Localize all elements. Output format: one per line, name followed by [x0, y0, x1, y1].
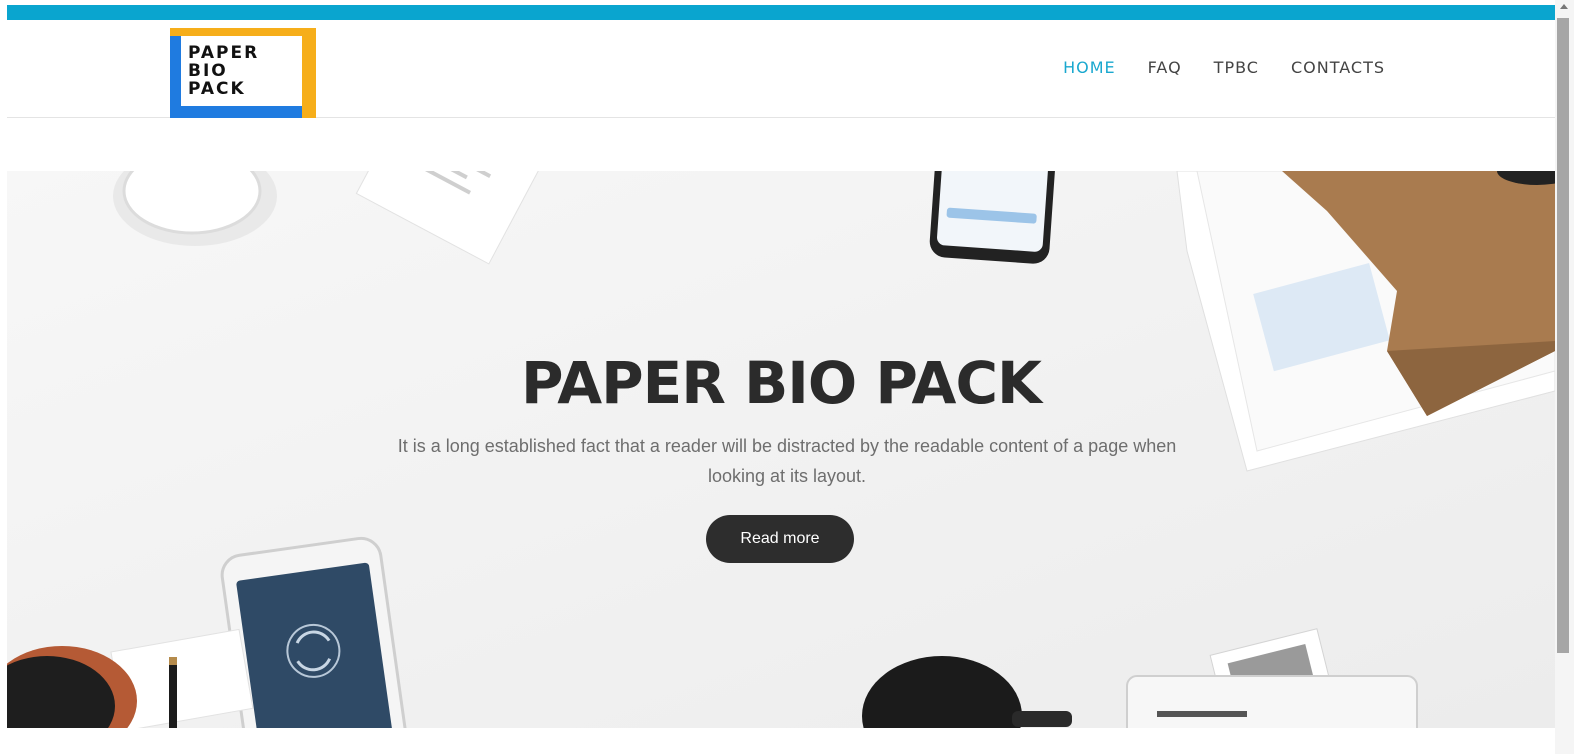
- logo-line-1: PAPER: [188, 43, 260, 63]
- main-nav: HOME FAQ TPBC CONTACTS: [1063, 58, 1385, 77]
- phone-top-decor: [929, 171, 1057, 264]
- site-header: PAPER BIO PACK HOME FAQ TPBC CONTACTS: [7, 20, 1555, 118]
- logo-line-3: PACK: [188, 79, 246, 99]
- hero-title: PAPER BIO PACK: [521, 349, 1042, 417]
- nav-faq[interactable]: FAQ: [1148, 58, 1182, 77]
- hero-banner: PAPER BIO PACK It is a long established …: [7, 171, 1555, 728]
- logo-line-2: BIO: [188, 61, 228, 81]
- nav-tpbc[interactable]: TPBC: [1214, 58, 1259, 77]
- nav-home[interactable]: HOME: [1063, 58, 1116, 77]
- nav-contacts[interactable]: CONTACTS: [1291, 58, 1385, 77]
- top-accent-bar: [7, 5, 1555, 20]
- hero-subtitle: It is a long established fact that a rea…: [397, 436, 1177, 486]
- site-logo[interactable]: PAPER BIO PACK: [170, 28, 316, 118]
- scroll-up-arrow-icon[interactable]: [1560, 4, 1568, 9]
- read-more-button[interactable]: Read more: [706, 515, 854, 563]
- vertical-scrollbar[interactable]: [1555, 0, 1574, 754]
- scrollbar-thumb[interactable]: [1557, 18, 1569, 653]
- logo-text: PAPER BIO PACK: [188, 44, 259, 98]
